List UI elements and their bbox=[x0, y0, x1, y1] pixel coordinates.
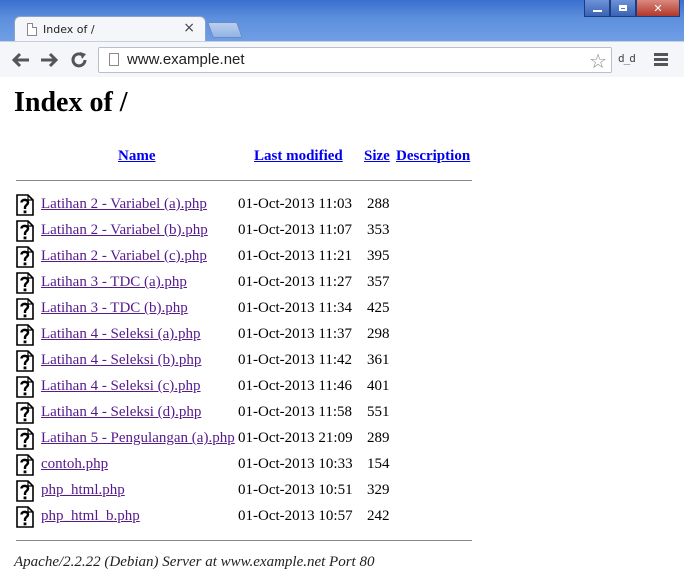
file-size: 298 bbox=[367, 326, 390, 342]
list-item: Latihan 2 - Variabel (c).php 01-Oct-2013 … bbox=[16, 246, 476, 270]
menu-icon[interactable] bbox=[654, 53, 668, 68]
file-link[interactable]: Latihan 4 - Seleksi (b).php bbox=[41, 352, 201, 369]
unknown-file-icon bbox=[16, 480, 34, 502]
unknown-file-icon bbox=[16, 194, 34, 216]
list-item: contoh.php 01-Oct-2013 10:33 154 bbox=[16, 454, 476, 478]
bookmark-star-icon[interactable]: ☆ bbox=[589, 49, 607, 73]
file-modified: 01-Oct-2013 11:34 bbox=[238, 300, 353, 316]
forward-arrow-icon[interactable] bbox=[38, 50, 60, 70]
minimize-icon[interactable] bbox=[584, 0, 610, 17]
list-item: Latihan 2 - Variabel (b).php 01-Oct-2013 … bbox=[16, 220, 476, 244]
file-modified: 01-Oct-2013 10:51 bbox=[238, 482, 353, 498]
unknown-file-icon bbox=[16, 402, 34, 424]
list-item: Latihan 4 - Seleksi (d).php 01-Oct-2013 1… bbox=[16, 402, 476, 426]
server-signature: Apache/2.2.22 (Debian) Server at www.exa… bbox=[14, 554, 375, 570]
list-item: Latihan 5 - Pengulangan (a).php 01-Oct-20… bbox=[16, 428, 476, 452]
column-description-link[interactable]: Description bbox=[396, 148, 470, 165]
list-item: php_html_b.php 01-Oct-2013 10:57 242 bbox=[16, 506, 476, 530]
file-modified: 01-Oct-2013 11:27 bbox=[238, 274, 353, 290]
unknown-file-icon bbox=[16, 350, 34, 372]
browser-window: ✕ Index of / × www.example.net ☆ d_d Ind… bbox=[0, 0, 684, 574]
file-size: 401 bbox=[367, 378, 390, 394]
file-link[interactable]: Latihan 2 - Variabel (a).php bbox=[41, 196, 207, 213]
file-size: 425 bbox=[367, 300, 390, 316]
list-item: Latihan 3 - TDC (a).php 01-Oct-2013 11:27… bbox=[16, 272, 476, 296]
file-modified: 01-Oct-2013 21:09 bbox=[238, 430, 353, 446]
file-size: 395 bbox=[367, 248, 390, 264]
file-modified: 01-Oct-2013 11:03 bbox=[238, 196, 353, 212]
unknown-file-icon bbox=[16, 272, 34, 294]
file-link[interactable]: Latihan 2 - Variabel (c).php bbox=[41, 248, 207, 265]
file-modified: 01-Oct-2013 11:58 bbox=[238, 404, 353, 420]
file-link[interactable]: Latihan 3 - TDC (b).php bbox=[41, 300, 188, 317]
list-item: Latihan 4 - Seleksi (c).php 01-Oct-2013 1… bbox=[16, 376, 476, 400]
column-size-link[interactable]: Size bbox=[364, 148, 390, 165]
unknown-file-icon bbox=[16, 246, 34, 268]
extension-icon[interactable]: d_d bbox=[618, 52, 636, 65]
list-item: Latihan 3 - TDC (b).php 01-Oct-2013 11:34… bbox=[16, 298, 476, 322]
page-content: Index of / Name Last modified Size Descr… bbox=[0, 77, 684, 574]
file-size: 361 bbox=[367, 352, 390, 368]
unknown-file-icon bbox=[16, 506, 34, 528]
tab-close-icon[interactable]: × bbox=[183, 21, 195, 35]
tab-title: Index of / bbox=[43, 23, 95, 36]
file-size: 329 bbox=[367, 482, 390, 498]
file-size: 357 bbox=[367, 274, 390, 290]
divider-top bbox=[16, 180, 472, 181]
address-bar[interactable]: www.example.net ☆ bbox=[98, 47, 612, 73]
new-tab-button[interactable] bbox=[207, 22, 243, 38]
file-link[interactable]: contoh.php bbox=[41, 456, 108, 473]
page-icon bbox=[109, 53, 119, 66]
file-size: 353 bbox=[367, 222, 390, 238]
toolbar: www.example.net ☆ d_d bbox=[0, 41, 684, 77]
file-size: 289 bbox=[367, 430, 390, 446]
page-title: Index of / bbox=[14, 87, 128, 118]
file-link[interactable]: Latihan 4 - Seleksi (d).php bbox=[41, 404, 201, 421]
file-modified: 01-Oct-2013 11:46 bbox=[238, 378, 353, 394]
address-text[interactable]: www.example.net bbox=[127, 51, 245, 68]
file-size: 288 bbox=[367, 196, 390, 212]
file-size: 154 bbox=[367, 456, 390, 472]
unknown-file-icon bbox=[16, 220, 34, 242]
file-link[interactable]: Latihan 4 - Seleksi (a).php bbox=[41, 326, 201, 343]
file-link[interactable]: php_html.php bbox=[41, 482, 125, 499]
back-arrow-icon[interactable] bbox=[10, 50, 32, 70]
window-controls: ✕ bbox=[584, 0, 680, 18]
file-modified: 01-Oct-2013 11:07 bbox=[238, 222, 353, 238]
file-modified: 01-Oct-2013 11:37 bbox=[238, 326, 353, 342]
file-link[interactable]: Latihan 3 - TDC (a).php bbox=[41, 274, 187, 291]
file-modified: 01-Oct-2013 11:21 bbox=[238, 248, 353, 264]
unknown-file-icon bbox=[16, 454, 34, 476]
maximize-icon[interactable] bbox=[610, 0, 636, 17]
file-size: 551 bbox=[367, 404, 390, 420]
file-link[interactable]: Latihan 2 - Variabel (b).php bbox=[41, 222, 208, 239]
column-name-link[interactable]: Name bbox=[118, 148, 156, 165]
file-modified: 01-Oct-2013 10:57 bbox=[238, 508, 353, 524]
page-icon bbox=[27, 23, 37, 36]
unknown-file-icon bbox=[16, 376, 34, 398]
unknown-file-icon bbox=[16, 428, 34, 450]
list-item: Latihan 4 - Seleksi (a).php 01-Oct-2013 1… bbox=[16, 324, 476, 348]
file-link[interactable]: Latihan 4 - Seleksi (c).php bbox=[41, 378, 201, 395]
file-link[interactable]: php_html_b.php bbox=[41, 508, 140, 525]
unknown-file-icon bbox=[16, 298, 34, 320]
list-item: php_html.php 01-Oct-2013 10:51 329 bbox=[16, 480, 476, 504]
close-icon[interactable]: ✕ bbox=[636, 0, 680, 17]
list-item: Latihan 2 - Variabel (a).php 01-Oct-2013 … bbox=[16, 194, 476, 218]
file-size: 242 bbox=[367, 508, 390, 524]
column-last-modified-link[interactable]: Last modified bbox=[254, 148, 343, 165]
file-modified: 01-Oct-2013 10:33 bbox=[238, 456, 353, 472]
list-item: Latihan 4 - Seleksi (b).php 01-Oct-2013 1… bbox=[16, 350, 476, 374]
reload-icon[interactable] bbox=[68, 50, 90, 70]
unknown-file-icon bbox=[16, 324, 34, 346]
tab-index[interactable]: Index of / × bbox=[14, 16, 206, 42]
divider-bottom bbox=[16, 540, 472, 541]
file-link[interactable]: Latihan 5 - Pengulangan (a).php bbox=[41, 430, 235, 447]
file-modified: 01-Oct-2013 11:42 bbox=[238, 352, 353, 368]
